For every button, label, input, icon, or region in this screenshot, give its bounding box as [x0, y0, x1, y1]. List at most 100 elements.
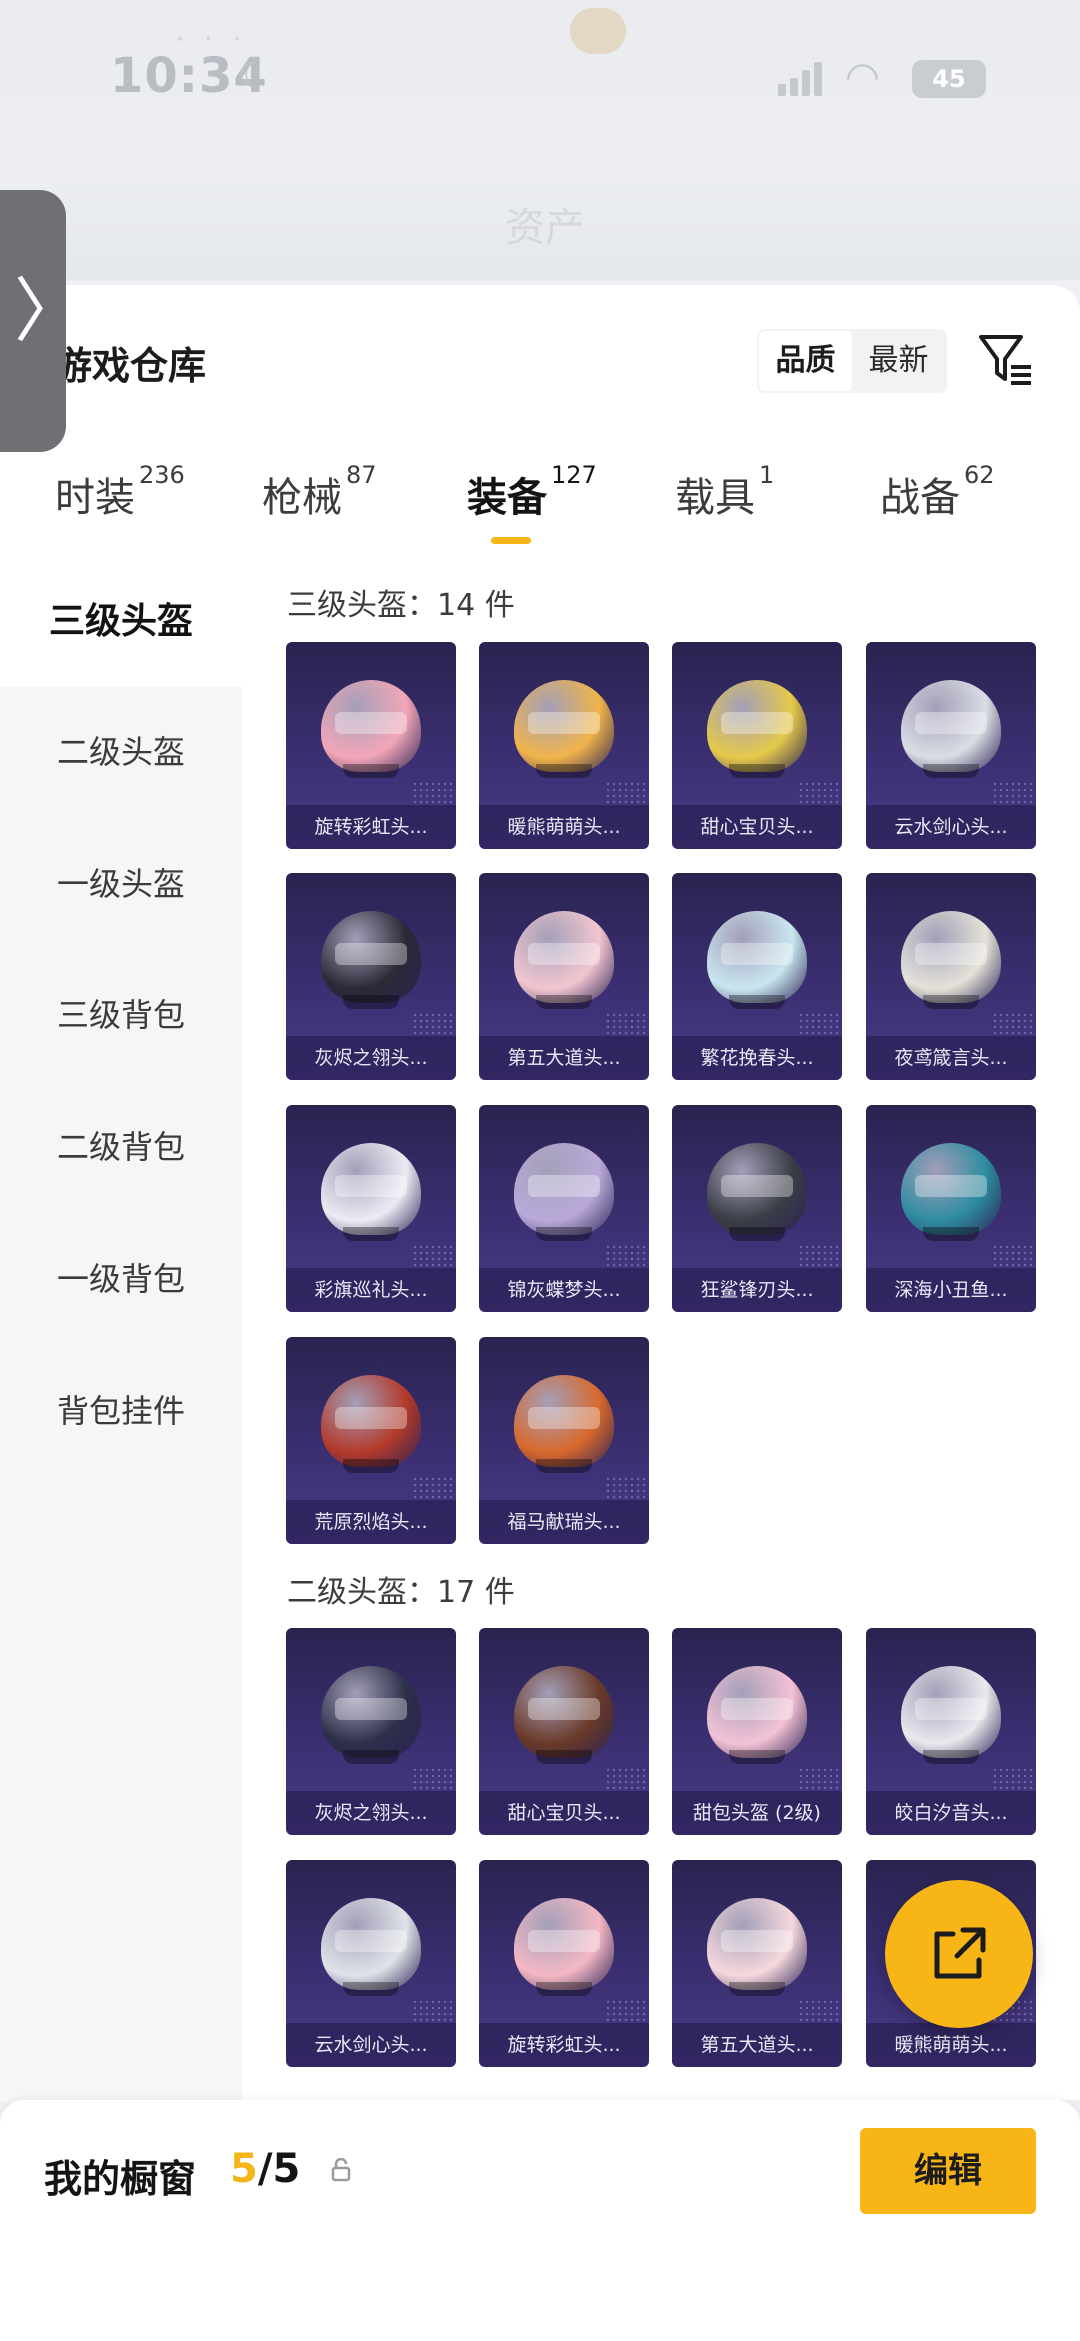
item-name: 暖熊萌萌头...	[479, 805, 649, 849]
helmet-icon	[901, 1143, 1001, 1241]
helmet-icon	[321, 1143, 421, 1241]
helmet-icon	[707, 680, 807, 778]
tab-fashion[interactable]: 时装 236	[55, 461, 185, 555]
item-name: 暖熊萌萌头...	[866, 2023, 1036, 2067]
item-name: 繁花挽春头...	[672, 1036, 842, 1080]
sort-toggle: 品质 最新	[757, 329, 947, 393]
item-name: 福马献瑞头...	[479, 1500, 649, 1544]
sidebar-item-backpack-2[interactable]: 二级背包	[0, 1082, 242, 1212]
helmet-icon	[321, 1375, 421, 1473]
item-card[interactable]: 锦灰蝶梦头...	[479, 1105, 649, 1312]
helmet-icon	[321, 1898, 421, 1996]
showcase-count: 5/5	[230, 2146, 300, 2192]
item-card[interactable]: 夜鸢箴言头...	[866, 873, 1036, 1080]
showcase-title: 我的橱窗	[44, 2157, 197, 2201]
helmet-icon	[707, 1666, 807, 1764]
drawer-handle[interactable]: 〉	[0, 190, 84, 452]
item-name: 第五大道头...	[672, 2023, 842, 2067]
item-card[interactable]: 狂鲨锋刃头...	[672, 1105, 842, 1312]
active-tab-indicator	[491, 537, 531, 544]
helmet-icon	[901, 680, 1001, 778]
item-name: 旋转彩虹头...	[479, 2023, 649, 2067]
tab-count: 1	[759, 461, 775, 489]
item-card[interactable]: 皎白汐音头...	[866, 1628, 1036, 1835]
category-tabs: 时装 236 枪械 87 装备 127 载具 1 战备 62	[0, 461, 1080, 555]
section-title: 三级头盔：14 件	[287, 588, 515, 623]
helmet-icon	[707, 911, 807, 1009]
item-card[interactable]: 云水剑心头...	[286, 1860, 456, 2067]
item-name: 锦灰蝶梦头...	[479, 1268, 649, 1312]
item-card[interactable]: 旋转彩虹头...	[286, 642, 456, 849]
helmet-icon	[514, 1375, 614, 1473]
share-icon	[934, 1927, 986, 1979]
tab-count: 236	[139, 461, 185, 489]
item-card[interactable]: 繁花挽春头...	[672, 873, 842, 1080]
sidebar-item-helmet-1[interactable]: 一级头盔	[0, 819, 242, 949]
item-card[interactable]: 灰烬之翎头...	[286, 1628, 456, 1835]
sidebar-item-backpack-1[interactable]: 一级背包	[0, 1214, 242, 1344]
chevron-right-icon: 〉	[14, 270, 84, 352]
edit-button[interactable]: 编辑	[860, 2128, 1036, 2214]
item-name: 狂鲨锋刃头...	[672, 1268, 842, 1312]
showcase-current: 5	[230, 2146, 258, 2192]
tab-label: 时装	[55, 475, 135, 521]
wifi-icon: ◠	[845, 54, 880, 100]
item-name: 甜包头盔 (2级)	[672, 1791, 842, 1835]
helmet-icon	[514, 911, 614, 1009]
helmet-icon	[707, 1898, 807, 1996]
helmet-icon	[321, 911, 421, 1009]
helmet-icon	[514, 680, 614, 778]
filter-icon[interactable]	[975, 329, 1035, 389]
helmet-icon	[514, 1898, 614, 1996]
tab-vehicles[interactable]: 载具 1	[675, 461, 774, 555]
item-card[interactable]: 甜心宝贝头...	[672, 642, 842, 849]
tab-label: 战备	[880, 475, 960, 521]
share-button[interactable]	[885, 1880, 1033, 2028]
subcategory-sidebar: 三级头盔 二级头盔 一级头盔 三级背包 二级背包 一级背包 背包挂件	[0, 557, 242, 2102]
item-card[interactable]: 旋转彩虹头...	[479, 1860, 649, 2067]
status-ghost-avatar	[570, 8, 626, 54]
tab-label: 枪械	[262, 475, 342, 521]
item-card[interactable]: 暖熊萌萌头...	[479, 642, 649, 849]
item-card[interactable]: 云水剑心头...	[866, 642, 1036, 849]
item-name: 甜心宝贝头...	[479, 1791, 649, 1835]
section-title: 二级头盔：17 件	[287, 1575, 515, 1610]
item-name: 云水剑心头...	[866, 805, 1036, 849]
tab-weapons[interactable]: 枪械 87	[262, 461, 377, 555]
lock-icon	[331, 2158, 351, 2182]
item-card[interactable]: 甜心宝贝头...	[479, 1628, 649, 1835]
tab-equipment[interactable]: 装备 127	[467, 461, 597, 555]
showcase-bar: 我的橱窗 5/5 编辑	[0, 2100, 1080, 2341]
sidebar-item-backpack-3[interactable]: 三级背包	[0, 950, 242, 1080]
item-card[interactable]: 第五大道头...	[479, 873, 649, 1080]
helmet-icon	[321, 680, 421, 778]
sidebar-item-helmet-3[interactable]: 三级头盔	[0, 557, 242, 687]
status-bar: · · · 10:34 ☾ ◠ 45 资产	[0, 0, 1080, 280]
item-card[interactable]: 荒原烈焰头...	[286, 1337, 456, 1544]
sidebar-item-backpack-charm[interactable]: 背包挂件	[0, 1346, 242, 1476]
item-card[interactable]: 彩旗巡礼头...	[286, 1105, 456, 1312]
helmet-icon	[901, 911, 1001, 1009]
tab-label: 装备	[467, 475, 547, 521]
tab-count: 127	[551, 461, 597, 489]
helmet-icon	[514, 1666, 614, 1764]
sort-quality-button[interactable]: 品质	[759, 331, 852, 391]
item-card[interactable]: 灰烬之翎头...	[286, 873, 456, 1080]
helmet-icon	[514, 1143, 614, 1241]
item-card[interactable]: 甜包头盔 (2级)	[672, 1628, 842, 1835]
item-name: 灰烬之翎头...	[286, 1036, 456, 1080]
item-name: 第五大道头...	[479, 1036, 649, 1080]
tab-gear[interactable]: 战备 62	[880, 461, 995, 555]
signal-icon	[778, 62, 828, 96]
sidebar-item-helmet-2[interactable]: 二级头盔	[0, 687, 242, 817]
item-card[interactable]: 福马献瑞头...	[479, 1337, 649, 1544]
helmet-icon	[321, 1666, 421, 1764]
item-card[interactable]: 第五大道头...	[672, 1860, 842, 2067]
header-tab-assets[interactable]: 资产	[505, 195, 585, 253]
item-card[interactable]: 深海小丑鱼...	[866, 1105, 1036, 1312]
item-name: 皎白汐音头...	[866, 1791, 1036, 1835]
item-name: 旋转彩虹头...	[286, 805, 456, 849]
helmet-icon	[901, 1666, 1001, 1764]
sort-newest-button[interactable]: 最新	[852, 329, 945, 393]
battery-icon: 45	[912, 60, 986, 98]
